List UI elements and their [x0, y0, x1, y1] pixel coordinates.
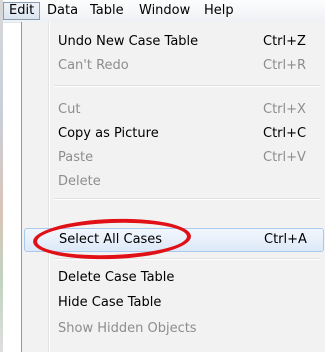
menu-item-paste[interactable]: Paste Ctrl+V — [24, 146, 324, 170]
menu-item-cant-redo[interactable]: Can't Redo Ctrl+R — [24, 54, 324, 78]
menu-table[interactable]: Table — [84, 2, 130, 20]
menu-item-label: Delete Case Table — [58, 270, 175, 285]
menu-item-label: Cut — [58, 102, 81, 117]
menu-item-shortcut: Ctrl+Z — [263, 34, 306, 49]
menu-item-shortcut: Ctrl+C — [263, 126, 307, 141]
menu-item-label: Can't Redo — [58, 58, 129, 73]
menu-item-undo-new-case-table[interactable]: Undo New Case Table Ctrl+Z — [24, 30, 324, 54]
menu-item-cut[interactable]: Cut Ctrl+X — [24, 98, 324, 122]
menu-item-label: Delete — [58, 174, 101, 189]
menu-separator — [54, 198, 320, 200]
menu-item-delete-case-table[interactable]: Delete Case Table — [24, 266, 324, 290]
menu-item-shortcut: Ctrl+V — [263, 150, 306, 165]
background-window-edge — [0, 0, 3, 352]
menu-item-label: Copy as Picture — [58, 126, 159, 141]
menu-item-hide-case-table[interactable]: Hide Case Table — [24, 291, 324, 315]
menu-bar: Edit Data Table Window Help — [3, 0, 325, 23]
menu-edit[interactable]: Edit — [3, 2, 41, 20]
menu-help[interactable]: Help — [198, 2, 240, 20]
menu-item-shortcut: Ctrl+X — [263, 102, 306, 117]
menu-item-shortcut: Ctrl+A — [264, 232, 307, 247]
menu-window[interactable]: Window — [133, 2, 196, 20]
menu-item-copy-as-picture[interactable]: Copy as Picture Ctrl+C — [24, 122, 324, 146]
menu-separator — [54, 85, 320, 87]
menu-data[interactable]: Data — [41, 2, 84, 20]
menu-item-label: Paste — [58, 150, 94, 165]
menu-item-label: Hide Case Table — [58, 295, 162, 310]
edit-dropdown-menu: Undo New Case Table Ctrl+Z Can't Redo Ct… — [21, 22, 325, 352]
menu-item-delete[interactable]: Delete — [24, 170, 324, 194]
menu-item-show-hidden-objects[interactable]: Show Hidden Objects — [24, 317, 324, 341]
menu-item-shortcut: Ctrl+R — [263, 58, 307, 73]
menu-item-label: Show Hidden Objects — [58, 321, 197, 336]
menu-item-label: Undo New Case Table — [58, 34, 199, 49]
